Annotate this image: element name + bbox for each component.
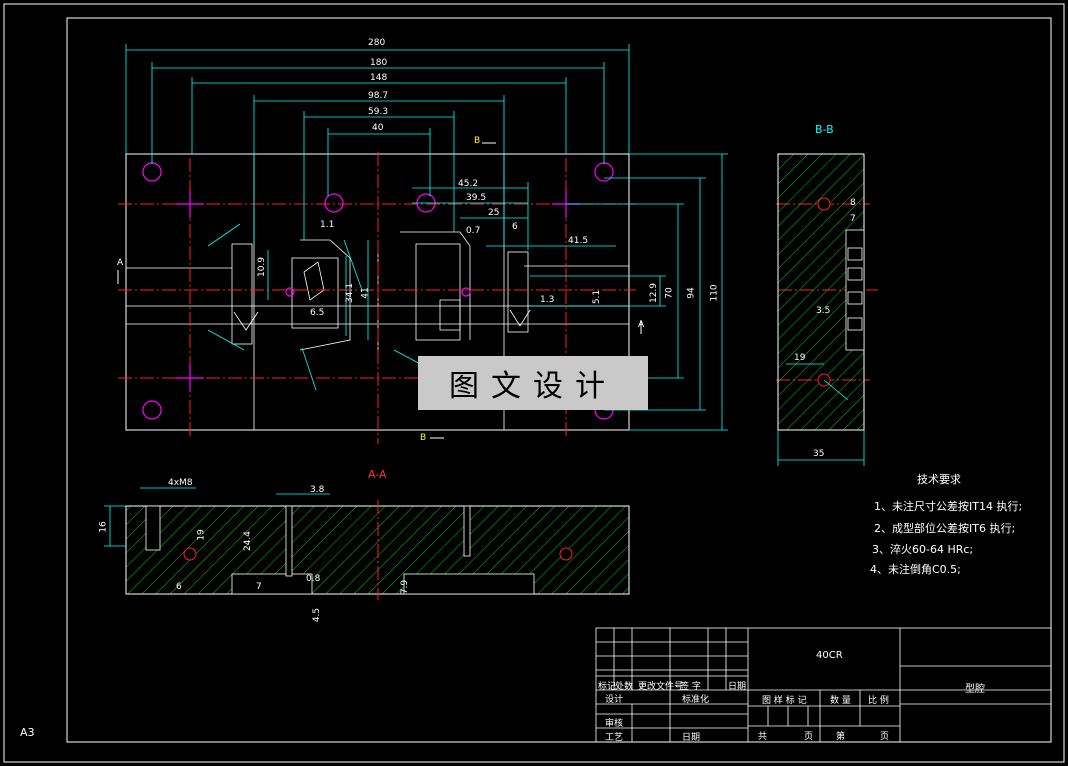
dim-148: 148 xyxy=(370,73,388,83)
section-aa-view xyxy=(104,487,630,600)
dim-bb-8: 8 xyxy=(850,198,856,208)
cut-label-b-top: B xyxy=(474,136,481,146)
dim-10-9: 10.9 xyxy=(257,256,268,278)
dim-41-5: 41.5 xyxy=(568,236,589,246)
cut-label-b-bottom: B xyxy=(420,433,427,443)
tb-page: 页 xyxy=(880,732,890,742)
tech-req-item-4: 4、未注倒角C0.5; xyxy=(870,563,961,576)
tb-scale: 比 例 xyxy=(868,696,889,706)
tb-mark: 标记 xyxy=(598,682,617,692)
dim-6: 6 xyxy=(512,222,518,232)
tech-req-item-1: 1、未注尺寸公差按IT14 执行; xyxy=(874,500,1023,513)
dim-5-1: 5.1 xyxy=(592,289,603,305)
dim-34-1: 34.1 xyxy=(345,282,356,304)
dim-12-9: 12.9 xyxy=(649,282,660,304)
dim-1-3: 1.3 xyxy=(540,295,555,305)
sheet-size-label: A3 xyxy=(20,726,35,739)
tb-drawing-mark: 图 样 标 记 xyxy=(762,696,807,706)
dim-45-2: 45.2 xyxy=(458,179,479,189)
tb-standardize: 标准化 xyxy=(682,695,710,705)
dim-aa-4xm8: 4xM8 xyxy=(168,478,193,488)
dim-40: 40 xyxy=(372,123,384,133)
dim-25: 25 xyxy=(488,208,500,218)
tb-quantity: 数 量 xyxy=(830,696,851,706)
dim-aa-7: 7 xyxy=(256,582,262,592)
dim-bb-35: 35 xyxy=(813,449,825,459)
dim-110: 110 xyxy=(709,284,720,302)
dim-0-7: 0.7 xyxy=(466,226,481,236)
dim-aa-7-9: 7.9 xyxy=(400,579,411,595)
watermark-banner: 图文设计 xyxy=(418,356,648,410)
dim-70: 70 xyxy=(664,287,675,299)
part-name-label: 型腔 xyxy=(965,684,985,695)
dim-180: 180 xyxy=(370,58,388,68)
material-label: 40CR xyxy=(816,650,843,661)
tb-no: 第 xyxy=(836,732,846,742)
tech-requirements-title: 技术要求 xyxy=(917,473,961,486)
section-bb-label: B-B xyxy=(815,123,834,136)
tb-date-header: 日期 xyxy=(728,682,747,692)
dim-1-1: 1.1 xyxy=(320,220,335,230)
dim-39-5: 39.5 xyxy=(466,193,487,203)
cut-label-a-right: A xyxy=(638,320,645,330)
dim-aa-3-8: 3.8 xyxy=(310,485,325,495)
dim-98-7: 98.7 xyxy=(368,91,389,101)
tb-total: 共 xyxy=(758,732,768,742)
tb-review: 审核 xyxy=(605,719,624,729)
dim-41: 41 xyxy=(360,287,371,299)
dim-bb-7: 7 xyxy=(850,214,856,224)
dim-aa-16: 16 xyxy=(98,521,109,533)
tb-design: 设计 xyxy=(605,695,624,705)
dim-aa-24-4: 24.4 xyxy=(243,530,254,552)
tech-req-item-3: 3、淬火60-64 HRc; xyxy=(872,543,974,556)
tb-date: 日期 xyxy=(682,733,701,743)
dim-aa-4-5: 4.5 xyxy=(312,607,323,623)
dim-94: 94 xyxy=(686,287,697,299)
dim-bb-19: 19 xyxy=(794,353,806,363)
tb-sheet: 页 xyxy=(804,732,814,742)
dim-aa-6: 6 xyxy=(176,582,182,592)
tb-signature: 签 字 xyxy=(680,682,701,692)
cut-label-a-left: A xyxy=(117,258,124,268)
dim-bb-3-5: 3.5 xyxy=(816,306,831,316)
dim-6-5: 6.5 xyxy=(310,308,325,318)
dim-280: 280 xyxy=(368,38,386,48)
section-aa-label: A-A xyxy=(368,468,387,481)
dim-aa-19: 19 xyxy=(196,529,207,541)
tech-req-item-2: 2、成型部位公差按IT6 执行; xyxy=(874,522,1016,535)
dim-59-3: 59.3 xyxy=(368,107,389,117)
dim-aa-0-8: 0.8 xyxy=(306,574,321,584)
tb-change-doc: 更改文件号 xyxy=(638,682,684,692)
tb-count: 处数 xyxy=(615,682,634,692)
tb-process: 工艺 xyxy=(605,733,624,743)
